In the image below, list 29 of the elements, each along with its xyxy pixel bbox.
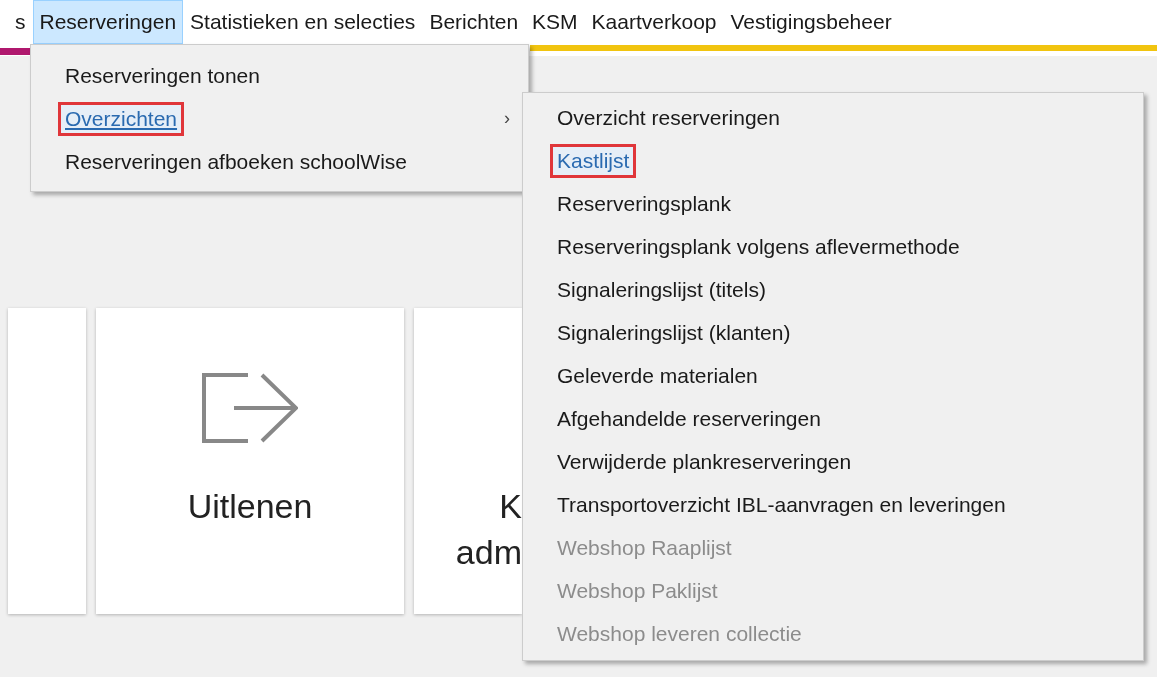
menu-bar-item[interactable]: Reserveringen	[32, 0, 184, 44]
tile-card[interactable]	[8, 308, 86, 614]
menu-bar-item[interactable]: Berichten	[422, 0, 526, 44]
menu-item[interactable]: Reserveringen afboeken schoolWise	[61, 147, 412, 176]
submenu-arrow: ›	[504, 108, 510, 129]
menu-item[interactable]: Kastlijst	[553, 146, 634, 175]
menu-item[interactable]: Geleverde materialen	[553, 361, 762, 390]
menu-item[interactable]: Reserveringen tonen	[61, 61, 264, 90]
menu-item[interactable]: Transportoverzicht IBL-aanvragen en leveringen	[553, 490, 1010, 519]
menu-item[interactable]: Verwijderde plankreserveringen	[553, 447, 856, 476]
menu-bar-item[interactable]: s	[8, 0, 33, 44]
tile-card[interactable]: K adm	[414, 308, 522, 614]
menu-item[interactable]: Signaleringslijst (titels)	[553, 275, 770, 304]
menu-item[interactable]: Reserveringsplank	[553, 189, 735, 218]
menu-item[interactable]: Afgehandelde reserveringen	[553, 404, 825, 433]
menu-bar-item[interactable]: KSM	[525, 0, 585, 44]
menu-bar-item[interactable]: Kaartverkoop	[584, 0, 724, 44]
menu-bar-item[interactable]: Vestigingsbeheer	[723, 0, 899, 44]
menu-item[interactable]: Overzicht reserveringen	[553, 103, 784, 132]
menu-item[interactable]: Reserveringsplank volgens aflevermethode	[553, 232, 964, 261]
tile-label: K	[499, 486, 522, 527]
export-arrow-icon	[202, 373, 298, 443]
tile-label: Uitlenen	[187, 486, 313, 527]
accent-stripe	[0, 48, 30, 55]
tile-card[interactable]: Uitlenen	[96, 308, 404, 614]
menu-item[interactable]: Overzichten	[61, 104, 182, 133]
menu-bar-item[interactable]: Statistieken en selecties	[183, 0, 423, 44]
tile-label: adm	[455, 532, 522, 573]
menu-item[interactable]: Signaleringslijst (klanten)	[553, 318, 795, 347]
